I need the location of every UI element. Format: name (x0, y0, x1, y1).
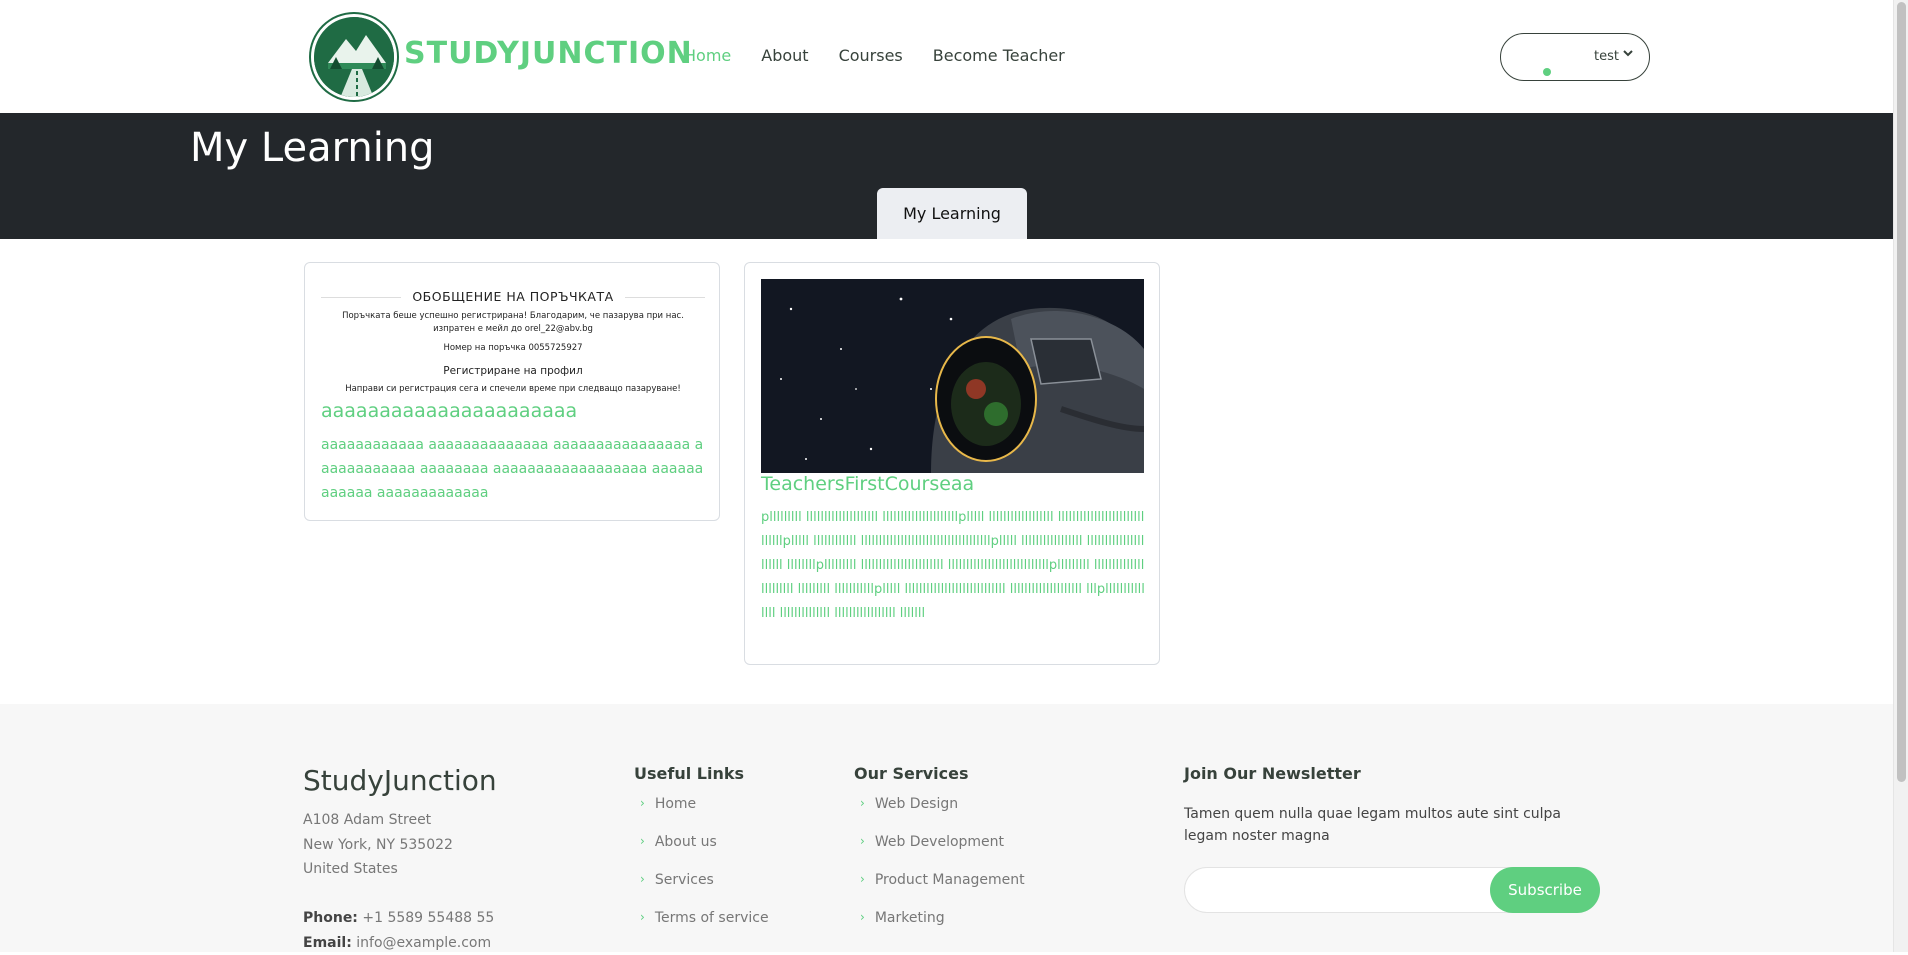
footer-link-label[interactable]: Product Management (875, 872, 1025, 888)
receipt-line: Направи си регистрация сега и спечели вр… (345, 384, 681, 394)
online-status-icon (1543, 68, 1551, 76)
address-line: New York, NY 535022 (303, 836, 453, 853)
phone-label: Phone: (303, 910, 358, 926)
footer-link-label[interactable]: About us (655, 834, 717, 850)
footer-link[interactable]: › Terms of service (634, 910, 769, 948)
main-nav: Home About Courses Become Teacher (684, 46, 1065, 65)
course-card[interactable]: ОБОБЩЕНИЕ НА ПОРЪЧКАТА Поръчката беше ус… (304, 262, 720, 521)
address-line: United States (303, 861, 398, 877)
brand-name[interactable]: STUDYJUNCTION (404, 36, 693, 71)
road-mountains-logo-icon (314, 17, 394, 97)
page-title: My Learning (190, 125, 435, 171)
site-header: STUDYJUNCTION Home About Courses Become … (0, 0, 1906, 113)
course-description: plllllllll llllllllllllllllllll llllllll… (761, 510, 1145, 621)
newsletter-text: Tamen quem nulla quae legam multos aute … (1184, 806, 1561, 844)
footer-link-label[interactable]: Web Development (875, 834, 1004, 850)
chevron-right-icon: › (640, 872, 645, 886)
nav-home[interactable]: Home (684, 46, 731, 65)
astronaut-image-icon (761, 279, 1144, 473)
footer-link-label[interactable]: Home (655, 796, 696, 812)
footer-link-label[interactable]: Services (655, 872, 714, 888)
phone-number: +1 5589 55488 55 (362, 910, 495, 926)
email-address: info@example.com (356, 934, 492, 951)
receipt-line: Номер на поръчка 0055725927 (443, 343, 583, 353)
nav-become-teacher[interactable]: Become Teacher (933, 46, 1065, 65)
footer-link[interactable]: › Marketing (854, 910, 1025, 948)
tab-my-learning[interactable]: My Learning (877, 188, 1027, 239)
chevron-down-icon (1622, 47, 1634, 63)
newsletter-title: Join Our Newsletter (1184, 764, 1361, 783)
page-scrollbar[interactable] (1893, 0, 1908, 952)
receipt-line: Поръчката беше успешно регистрирана! Бла… (342, 311, 684, 321)
course-title[interactable]: TeachersFirstCourseaa (761, 473, 974, 495)
footer-address: A108 Adam Street New York, NY 535022 Uni… (303, 808, 453, 882)
footer-link-label[interactable]: Web Design (875, 796, 958, 812)
course-card[interactable]: TeachersFirstCourseaa plllllllll lllllll… (744, 262, 1160, 665)
course-thumbnail (761, 279, 1144, 473)
page-title-band: My Learning My Learning (0, 113, 1906, 239)
user-menu-button[interactable]: test (1500, 33, 1650, 81)
footer-contact: Phone: +1 5589 55488 55 Email: info@exam… (303, 906, 494, 955)
course-description: aaaaaaaaaaaa aaaaaaaaaaaaaa aaaaaaaaaaaa… (321, 437, 704, 501)
footer-link[interactable]: › Web Design (854, 796, 1025, 834)
our-services: Our Services › Web Design › Web Developmen… (854, 764, 1025, 948)
chevron-right-icon: › (640, 910, 645, 924)
footer-brand: StudyJunction (303, 764, 497, 797)
footer-link[interactable]: › Web Development (854, 834, 1025, 872)
useful-links-title: Useful Links (634, 764, 745, 783)
footer-link[interactable]: › Product Management (854, 872, 1025, 910)
receipt-subheading: Регистриране на профил (443, 365, 583, 377)
nav-courses[interactable]: Courses (839, 46, 903, 65)
email-label: Email: (303, 934, 352, 951)
footer-link-label[interactable]: Marketing (875, 910, 945, 926)
footer-link[interactable]: › Home (634, 796, 769, 834)
newsletter: Join Our Newsletter Tamen quem nulla qua… (1184, 764, 1600, 913)
chevron-right-icon: › (860, 872, 865, 886)
receipt-heading: ОБОБЩЕНИЕ НА ПОРЪЧКАТА (321, 289, 705, 304)
subscribe-button[interactable]: Subscribe (1490, 867, 1600, 913)
receipt-line: изпратен е мейл до orel_22@abv.bg (433, 324, 593, 334)
services-title: Our Services (854, 764, 969, 783)
newsletter-email-input[interactable]: Subscribe (1184, 867, 1600, 913)
course-thumbnail: ОБОБЩЕНИЕ НА ПОРЪЧКАТА Поръчката беше ус… (321, 279, 705, 415)
site-footer: StudyJunction A108 Adam Street New York,… (0, 704, 1906, 952)
scrollbar-thumb[interactable] (1897, 2, 1906, 782)
chevron-right-icon: › (860, 834, 865, 848)
chevron-right-icon: › (860, 910, 865, 924)
studyjunction-logo[interactable] (311, 14, 397, 100)
useful-links: Useful Links › Home › About us › Services ›… (634, 764, 769, 948)
footer-link[interactable]: › About us (634, 834, 769, 872)
footer-link-label[interactable]: Terms of service (655, 910, 769, 926)
chevron-right-icon: › (860, 796, 865, 810)
footer-link[interactable]: › Services (634, 872, 769, 910)
user-name: test (1594, 49, 1619, 64)
chevron-right-icon: › (640, 834, 645, 848)
chevron-right-icon: › (640, 796, 645, 810)
course-title[interactable]: aaaaaaaaaaaaaaaaaaaaaa (321, 400, 577, 422)
address-line: A108 Adam Street (303, 812, 432, 828)
nav-about[interactable]: About (761, 46, 808, 65)
